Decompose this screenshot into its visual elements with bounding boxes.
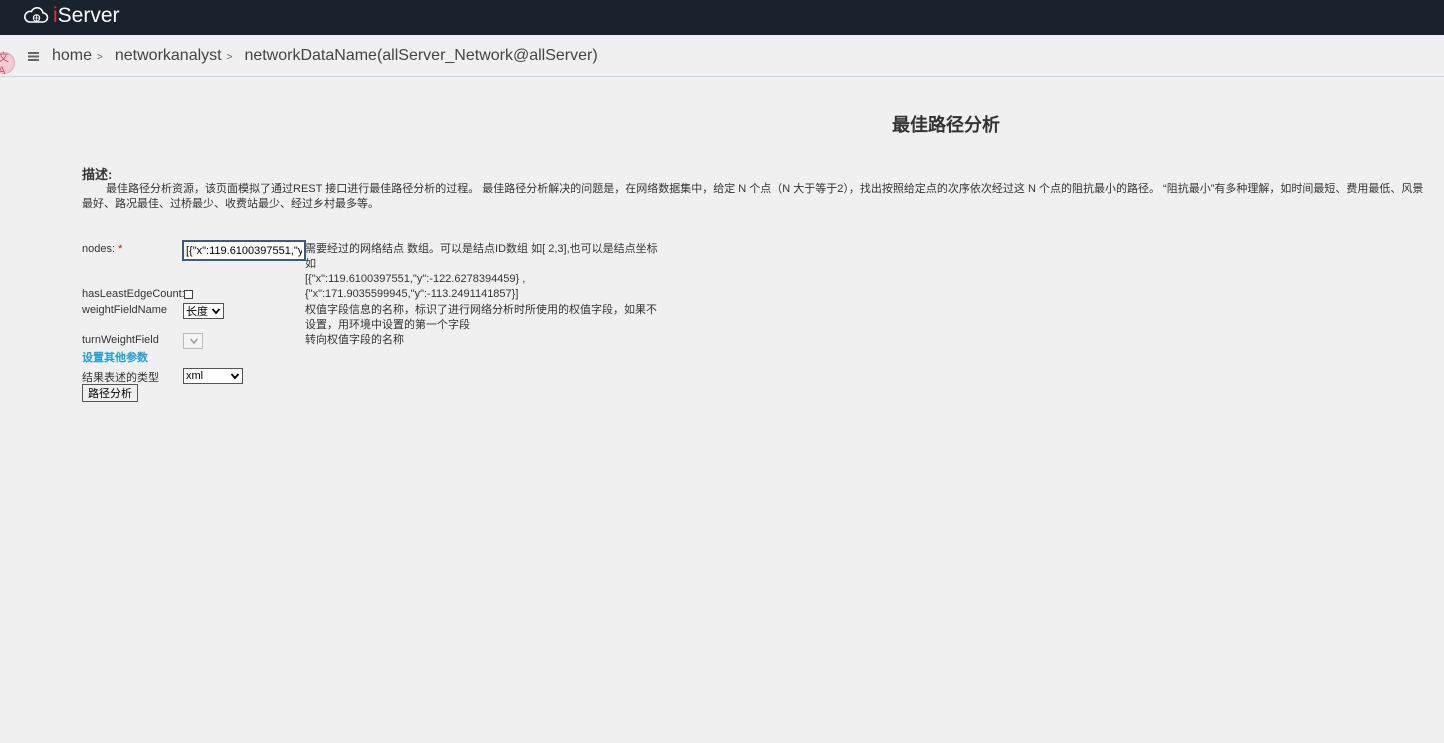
breadcrumb-bar: 文A home > networkanalyst > networkDataName(a… bbox=[0, 35, 1444, 77]
result-type-value: xml bbox=[186, 370, 204, 382]
required-mark: * bbox=[118, 243, 123, 255]
chevron-down-icon bbox=[211, 308, 221, 315]
has-least-edge-count-checkbox[interactable] bbox=[184, 290, 193, 299]
weight-field-name-label: weightFieldName bbox=[82, 304, 167, 316]
result-type-select[interactable]: xml bbox=[183, 368, 243, 384]
translate-icon[interactable]: 文A bbox=[0, 52, 15, 77]
breadcrumb: home > networkanalyst > networkDataName(allS… bbox=[52, 47, 598, 65]
iserver-logo[interactable]: iServer bbox=[22, 4, 120, 28]
turn-weight-field-label: turnWeightField bbox=[82, 334, 159, 346]
page-title: 最佳路径分析 bbox=[892, 115, 1000, 135]
menu-list-icon[interactable] bbox=[28, 52, 39, 61]
nodes-hint: 需要经过的网络结点 数组。可以是结点ID数组 如[ 2,3],也可以是结点坐标如… bbox=[305, 243, 658, 300]
path-analysis-button[interactable]: 路径分析 bbox=[82, 384, 138, 402]
breadcrumb-networkanalyst[interactable]: networkanalyst bbox=[115, 47, 222, 64]
chevron-down-icon bbox=[230, 373, 240, 380]
breadcrumb-separator: > bbox=[226, 52, 233, 63]
result-type-label: 结果表述的类型 bbox=[82, 372, 159, 384]
weight-field-name-hint: 权值字段信息的名称，标识了进行网络分析时所使用的权值字段，如果不设置，用环境中设… bbox=[305, 304, 657, 331]
weight-field-name-select[interactable]: 长度 bbox=[183, 303, 224, 319]
top-bar: iServer bbox=[0, 0, 1444, 35]
nodes-label: nodes: * bbox=[82, 243, 123, 255]
turn-weight-field-hint: 转向权值字段的名称 bbox=[305, 334, 404, 346]
has-least-edge-count-label: hasLeastEdgeCount: bbox=[82, 288, 185, 300]
chevron-down-icon bbox=[189, 338, 199, 345]
set-other-params-link[interactable]: 设置其他参数 bbox=[82, 349, 148, 365]
weight-field-name-value: 长度 bbox=[186, 306, 208, 318]
nodes-input[interactable] bbox=[182, 240, 306, 261]
cloud-globe-icon bbox=[24, 7, 49, 23]
description-text: 最佳路径分析资源，该页面模拟了通过REST 接口进行最佳路径分析的过程。 最佳路… bbox=[82, 183, 1424, 210]
breadcrumb-separator: > bbox=[97, 52, 103, 63]
breadcrumb-network-data-name[interactable]: networkDataName(allServer_Network@allSer… bbox=[244, 47, 597, 64]
logo-text: iServer bbox=[53, 4, 120, 27]
turn-weight-field-select[interactable] bbox=[183, 333, 203, 349]
description-label: 描述: bbox=[82, 167, 113, 182]
breadcrumb-home[interactable]: home bbox=[52, 47, 92, 64]
